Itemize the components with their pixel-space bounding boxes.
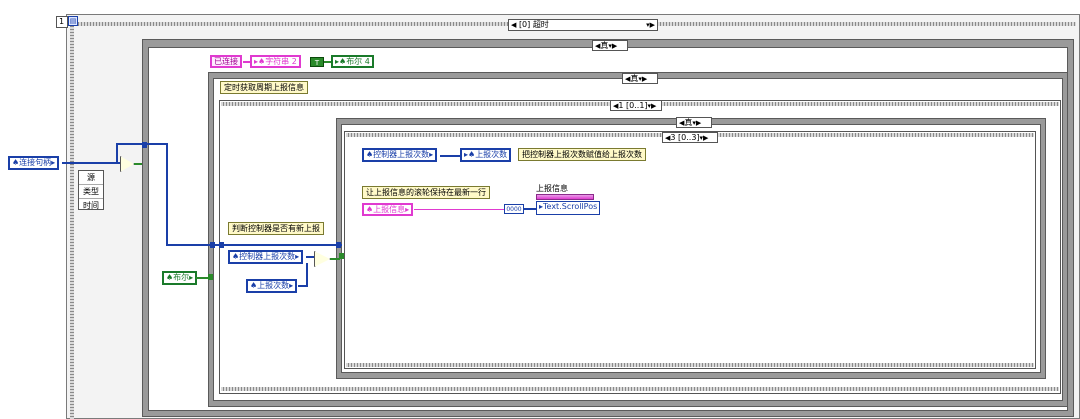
unbundle-node: 源 类型 时间 [78, 170, 104, 210]
case-selector-1[interactable]: ◀真▾▶ [592, 40, 628, 51]
connected-string-constant: 已连接 [210, 55, 242, 68]
increment-arrow-icon[interactable]: ▾▶ [646, 20, 655, 30]
sequence-icon: ▤ [68, 16, 78, 26]
string-to-number-wire [414, 209, 504, 210]
i32-wire-assign [440, 155, 460, 157]
scroll-comment-label: 让上报信息的滚轮保持在最新一行 [362, 186, 490, 199]
bool-local-variable: ♠布尔▸ [162, 271, 198, 285]
sequence-3-selector[interactable]: ◀3 [0..3]▾▶ [662, 132, 718, 143]
handle-route-c [166, 143, 168, 245]
unbundle-source: 源 [79, 171, 103, 185]
compare-wire-b-v [306, 263, 308, 287]
report-count-local-write: ▸♠上报次数 [460, 148, 512, 162]
bool4-local-variable: ▸♠布尔 4 [331, 55, 374, 68]
case2-tunnel [210, 242, 215, 248]
timeout-case-selector[interactable]: ◀ [0] 超时 ▾▶ [508, 19, 658, 31]
sequence-3-film-bottom [346, 363, 1034, 367]
timer-comment-label: 定时获取周期上报信息 [220, 81, 308, 94]
sequence-1-film-bottom [221, 387, 1059, 391]
case3-selector-tunnel [339, 253, 344, 259]
property-node-header [536, 194, 594, 200]
handle-wire [62, 162, 122, 164]
decrement-arrow-icon[interactable]: ◀ [511, 21, 516, 29]
seq1-tunnel [219, 242, 224, 248]
report-count-local-compare: ♠上报次数▸ [246, 279, 298, 293]
string2-local-variable: ▸♠字符串 2 [250, 55, 301, 68]
case-selector-3[interactable]: ◀真▾▶ [676, 117, 712, 128]
sequence-3-frame [344, 131, 1036, 369]
judge-comment-label: 判断控制器是否有新上报 [228, 222, 324, 235]
case-selector-2[interactable]: ◀真▾▶ [622, 73, 658, 84]
ctrl-report-count-local-compare: ♠控制器上报次数▸ [228, 250, 304, 264]
frame-number[interactable]: 1 [56, 16, 68, 28]
connection-handle-terminal: ♠连接句柄▸ [8, 156, 60, 170]
assign-comment-label: 把控制器上报次数赋值给上报次数 [518, 148, 646, 161]
handle-route-d [166, 244, 342, 246]
unbundle-type: 类型 [79, 185, 103, 199]
handle-route-b [116, 143, 166, 145]
compare-result-wire [134, 163, 142, 165]
handle-route-a [116, 143, 118, 163]
boolean-true-constant: T [310, 57, 324, 67]
i32-wire-scroll [524, 208, 536, 210]
property-node-title: 上报信息 [536, 184, 568, 193]
report-info-local-read: ♠上报信息▸ [362, 203, 414, 216]
property-node-scrollpos: ▸Text.ScrollPos [536, 201, 601, 215]
numeric-constant: 0000 [504, 204, 524, 214]
timeout-case-label: [0] 超时 [518, 20, 549, 29]
case2-selector-tunnel [208, 274, 213, 280]
case3-tunnel [336, 242, 341, 248]
sequence-1-selector[interactable]: ◀1 [0..1]▾▶ [610, 100, 662, 111]
ctrl-report-count-local-read: ♠控制器上报次数▸ [362, 148, 438, 162]
outer-sequence-film-left [70, 26, 74, 419]
unbundle-time: 时间 [83, 201, 99, 210]
